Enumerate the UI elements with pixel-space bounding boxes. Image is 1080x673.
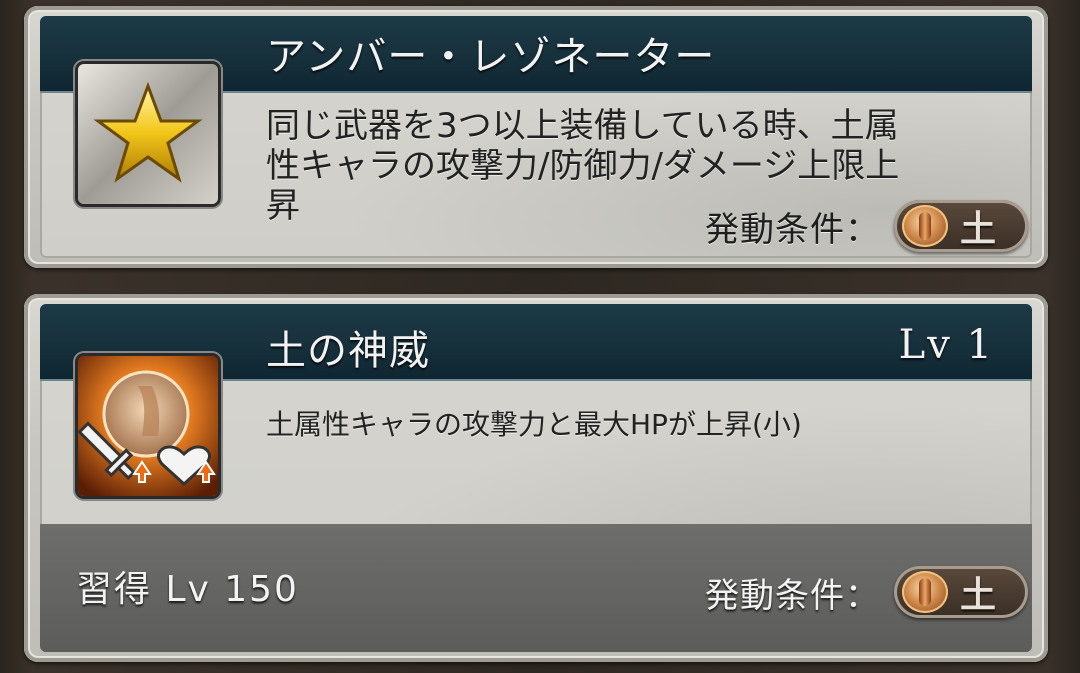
- element-badge: 土: [894, 200, 1028, 252]
- skill-card-inner: 土の神威 Lv 1 土属性キャラの攻撃力と最大HPが上昇(小) 習得 Lv 15…: [40, 304, 1032, 652]
- description-line: 同じ武器を3つ以上装備している時、土属: [266, 106, 899, 146]
- element-badge: 土: [894, 566, 1028, 618]
- skill-footer: 習得 Lv 150 発動条件： 土: [40, 524, 1032, 652]
- activation-condition: 発動条件： 土: [705, 566, 1028, 618]
- skill-level: Lv 1: [898, 322, 994, 368]
- skill-card-amber-resonator[interactable]: アンバー・レゾネーター 同じ武器を3つ以上装備している時、土属 性キャラの攻撃力…: [24, 6, 1048, 268]
- acquire-level: 習得 Lv 150: [76, 569, 299, 610]
- star-icon: [78, 64, 218, 204]
- earth-element-icon: [902, 571, 948, 613]
- condition-label: 発動条件：: [705, 575, 880, 616]
- element-label: 土: [960, 575, 997, 616]
- element-label: 土: [960, 209, 997, 250]
- skill-name: アンバー・レゾネーター: [266, 34, 716, 80]
- condition-label: 発動条件：: [705, 209, 880, 250]
- activation-condition: 発動条件： 土: [705, 200, 1028, 252]
- earth-might-icon: [78, 356, 218, 496]
- description-line: 性キャラの攻撃力/防御力/ダメージ上限上: [266, 146, 900, 186]
- skill-card-inner: アンバー・レゾネーター 同じ武器を3つ以上装備している時、土属 性キャラの攻撃力…: [40, 16, 1032, 258]
- skill-description: 土属性キャラの攻撃力と最大HPが上昇(小): [266, 408, 802, 441]
- skill-name: 土の神威: [266, 328, 430, 374]
- skill-card-earth-might[interactable]: 土の神威 Lv 1 土属性キャラの攻撃力と最大HPが上昇(小) 習得 Lv 15…: [24, 294, 1048, 662]
- earth-element-icon: [902, 205, 948, 247]
